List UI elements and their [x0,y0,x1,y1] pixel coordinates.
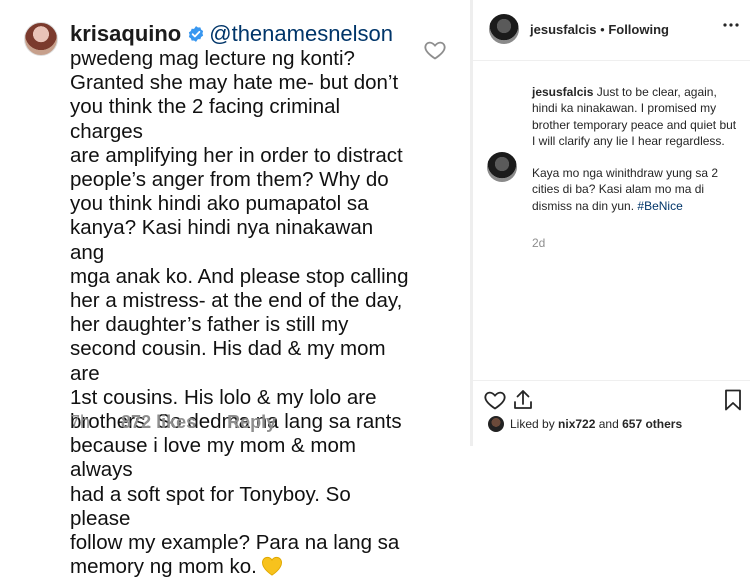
comment-line: because i love my mom & mom always [70,434,356,482]
comment-line: Granted she may hate me- but don’t [70,71,399,95]
post-author-line: jesusfalcis • Following [530,22,669,37]
comment-line: second cousin. His dad & my mom are [70,337,386,385]
share-icon[interactable] [511,388,535,412]
mention-link[interactable]: @thenamesnelson [209,21,393,46]
liker-username[interactable]: nix722 [558,417,595,431]
caption-username[interactable]: jesusfalcis [532,85,593,99]
comment-line-last: memory ng mom ko. [70,555,410,579]
post-actions [483,388,743,414]
comment-line: her daughter’s father is still my [70,313,349,337]
caption: jesusfalcis Just to be clear, again, hin… [532,84,737,214]
comment-timestamp[interactable]: 7h [70,412,90,432]
liked-by-prefix: Liked by [510,417,555,431]
post-header: jesusfalcis • Following [473,0,750,61]
liker-avatar[interactable] [488,416,504,432]
bookmark-icon[interactable] [721,388,745,412]
comment-line: her a mistress- at the end of the day, [70,289,403,313]
following-button[interactable]: Following [608,22,669,37]
separator-dot: • [600,22,605,37]
post-detail-panel: jesusfalcis • Following jesusfalcis Just… [473,0,750,446]
caption-text-2: Kaya mo nga winithdraw yung sa 2 cities … [532,166,719,213]
caption-author-avatar[interactable] [487,152,517,182]
likes-count-link[interactable]: 657 others [622,417,682,431]
comment-line: had a soft spot for Tonyboy. So please [70,482,351,530]
liked-by-and: and [598,417,619,431]
comment-line: you think hindi ako pumapatol sa [70,192,369,216]
comment-meta: 7h 872 likes Reply [70,412,302,433]
caption-timestamp: 2d [532,236,546,250]
comment-likes-count[interactable]: 872 likes [121,412,196,432]
comment-line: kanya? Kasi hindi nya ninakawan ang [70,216,374,264]
yellow-heart-emoji [261,557,282,576]
comment-line: pwedeng mag lecture ng konti? [70,47,355,70]
comment-panel: krisaquino @thenamesnelson pwedeng mag l… [0,0,470,578]
like-heart-icon[interactable] [423,38,447,62]
comment-line: memory ng mom ko. [70,555,257,579]
comment-line: mga anak ko. And please stop calling [70,264,409,288]
hashtag-link[interactable]: #BeNice [637,199,682,213]
commenter-avatar[interactable] [24,22,58,56]
comment-line: 1st cousins. His lolo & my lolo are [70,385,377,409]
liked-by-line: Liked by nix722 and 657 others [488,416,682,432]
comment-text: pwedeng mag lecture ng konti? Granted sh… [70,47,410,579]
comment-header: krisaquino @thenamesnelson [70,20,393,48]
comment-line: are amplifying her in order to distract [70,143,403,167]
comment-line: people’s anger from them? Why do [70,168,389,192]
actions-divider [473,380,750,381]
verified-badge-icon [189,26,204,42]
post-author-username[interactable]: jesusfalcis [530,22,597,37]
comment-line: you think the 2 facing criminal charges [70,95,341,143]
more-options-icon[interactable] [723,22,739,28]
post-author-avatar[interactable] [489,14,519,44]
heart-icon[interactable] [483,388,507,412]
commenter-username[interactable]: krisaquino [70,21,181,46]
reply-button[interactable]: Reply [227,412,276,432]
comment-line: follow my example? Para na lang sa [70,531,400,555]
